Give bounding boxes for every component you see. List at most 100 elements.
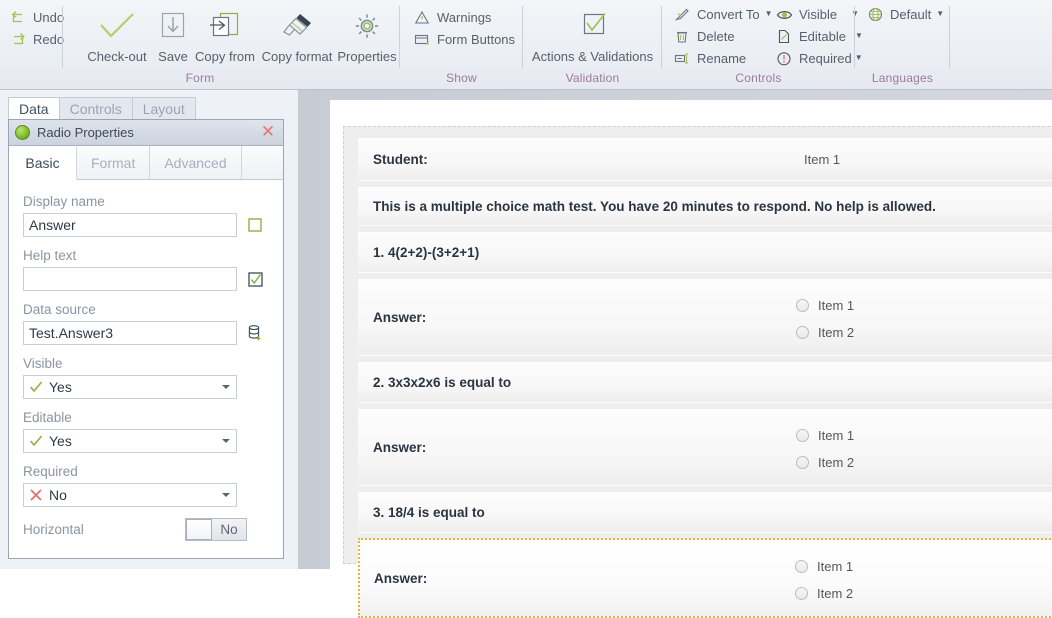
required-label: Required <box>799 50 852 66</box>
tab-data[interactable]: Data <box>8 97 60 120</box>
visible-label: Visible <box>799 6 838 22</box>
radio-properties-dialog: Radio Properties ✕ Basic Format Advanced… <box>8 119 284 559</box>
answer-2-radio-group[interactable]: Item 1 Item 2 <box>796 422 854 476</box>
check-out-button[interactable]: Check-out <box>82 4 152 64</box>
radio-option[interactable]: Item 1 <box>796 292 854 319</box>
tab-controls[interactable]: Controls <box>58 97 133 120</box>
form-row-answer-1[interactable]: Answer: Item 1 Item 2 <box>358 278 1052 356</box>
empty-checkbox-icon[interactable] <box>245 215 265 235</box>
subtab-basic[interactable]: Basic <box>9 147 77 180</box>
panel-tab-strip: Data Controls Layout <box>8 97 196 120</box>
checkmark-icon <box>82 4 152 48</box>
visible-dropdown[interactable]: Yes <box>23 375 237 399</box>
form-buttons-button[interactable]: Form Buttons <box>408 28 521 50</box>
default-language-button[interactable]: Default ▼ <box>861 3 950 25</box>
radio-option[interactable]: Item 2 <box>796 449 854 476</box>
tab-controls-label: Controls <box>69 101 122 117</box>
required-dropdown[interactable]: No <box>23 483 237 507</box>
redo-label: Redo <box>33 31 65 47</box>
visible-label: Visible <box>23 356 63 371</box>
field-display-name: Display name <box>23 194 283 237</box>
radio-option[interactable]: Item 2 <box>795 580 853 607</box>
warnings-button[interactable]: Warnings <box>408 6 521 28</box>
form-row-student[interactable]: Student: Item 1 <box>358 137 1052 181</box>
form-row-question-2[interactable]: 2. 3x3x2x6 is equal to <box>358 361 1052 403</box>
radio-option[interactable]: Item 1 <box>795 553 853 580</box>
chevron-down-icon[interactable] <box>222 493 230 497</box>
copy-from-button[interactable]: Copy from <box>190 4 260 64</box>
horizontal-toggle[interactable]: No <box>185 518 247 541</box>
undo-button[interactable]: Undo <box>4 6 70 28</box>
radio-option-label: Item 2 <box>818 455 855 470</box>
data-source-input[interactable] <box>23 321 237 345</box>
convert-to-button[interactable]: Convert To ▼ <box>668 3 779 25</box>
close-icon[interactable]: ✕ <box>259 123 277 141</box>
form-row-question-1[interactable]: 1. 4(2+2)-(3+2+1) <box>358 231 1052 273</box>
checked-checkbox-icon[interactable] <box>245 269 265 289</box>
redo-button[interactable]: Redo <box>4 28 70 50</box>
copy-from-icon <box>190 4 260 48</box>
undo-label: Undo <box>33 9 65 25</box>
radio-button-icon[interactable] <box>795 560 808 573</box>
form-row-answer-3-selected[interactable]: Answer: Item 1 Item 2 <box>358 538 1052 618</box>
tab-layout[interactable]: Layout <box>131 97 196 120</box>
answer-1-label: Answer: <box>373 309 427 325</box>
actions-validations-button[interactable]: Actions & Validations <box>523 4 662 64</box>
field-editable: Editable Yes <box>23 410 283 453</box>
subtab-format-label: Format <box>91 154 136 171</box>
editable-dropdown[interactable]: Yes <box>23 429 237 453</box>
radio-status-dot-icon <box>15 125 30 140</box>
radio-button-icon[interactable] <box>796 299 809 312</box>
radio-option[interactable]: Item 2 <box>796 319 854 346</box>
answer-3-radio-group[interactable]: Item 1 Item 2 <box>795 553 853 607</box>
delete-button[interactable]: Delete <box>668 25 779 47</box>
form-row-answer-2[interactable]: Answer: Item 1 Item 2 <box>358 408 1052 486</box>
chevron-down-icon[interactable] <box>222 385 230 389</box>
subtab-advanced[interactable]: Advanced <box>150 146 242 179</box>
display-name-input[interactable] <box>23 213 237 237</box>
database-add-icon[interactable] <box>245 323 265 343</box>
chevron-down-icon[interactable] <box>222 439 230 443</box>
exclamation-circle-icon <box>776 51 793 66</box>
required-value: No <box>49 487 67 503</box>
radio-button-icon[interactable] <box>796 456 809 469</box>
editable-label: Editable <box>799 28 846 44</box>
help-text-input[interactable] <box>23 267 237 291</box>
field-help-text: Help text <box>23 248 283 291</box>
form-row-question-3[interactable]: 3. 18/4 is equal to <box>358 491 1052 533</box>
copy-format-button[interactable]: Copy format <box>258 4 336 64</box>
rename-button[interactable]: Rename <box>668 47 779 69</box>
properties-label: Properties <box>337 49 397 64</box>
properties-body: Display name Help text <box>9 180 283 541</box>
save-button[interactable]: Save <box>152 4 194 64</box>
radio-option-label: Item 1 <box>817 559 854 574</box>
undo-icon <box>10 10 27 25</box>
horizontal-label: Horizontal <box>23 522 84 537</box>
radio-button-icon[interactable] <box>795 587 808 600</box>
radio-option[interactable]: Item 1 <box>796 422 854 449</box>
chevron-down-icon[interactable]: ▼ <box>936 10 944 18</box>
copy-from-label: Copy from <box>195 49 255 64</box>
application-window: Undo Redo Check-out Save Copy from Copy … <box>0 0 1052 618</box>
ribbon-group-validation: Actions & Validations Validation <box>523 0 662 89</box>
radio-button-icon[interactable] <box>796 326 809 339</box>
check-mark-icon <box>29 434 43 448</box>
form-paper: Student: Item 1 This is a multiple choic… <box>330 100 1052 618</box>
radio-option-label: Item 1 <box>818 298 855 313</box>
properties-title: Radio Properties <box>37 125 134 140</box>
warnings-label: Warnings <box>437 9 492 25</box>
cross-mark-icon <box>29 488 43 502</box>
answer-1-radio-group[interactable]: Item 1 Item 2 <box>796 292 854 346</box>
properties-button[interactable]: Properties <box>334 4 400 64</box>
form-row-instructions[interactable]: This is a multiple choice math test. You… <box>358 186 1052 226</box>
group-caption-controls: Controls <box>735 71 782 85</box>
instructions-text: This is a multiple choice math test. You… <box>373 198 936 214</box>
save-download-icon <box>152 4 194 48</box>
group-caption-validation: Validation <box>565 71 620 85</box>
radio-option-label: Item 1 <box>818 428 855 443</box>
radio-button-icon[interactable] <box>796 429 809 442</box>
subtab-format[interactable]: Format <box>77 146 151 179</box>
group-caption-languages: Languages <box>871 71 934 85</box>
check-mark-icon <box>29 380 43 394</box>
properties-title-bar: Radio Properties ✕ <box>9 120 283 146</box>
